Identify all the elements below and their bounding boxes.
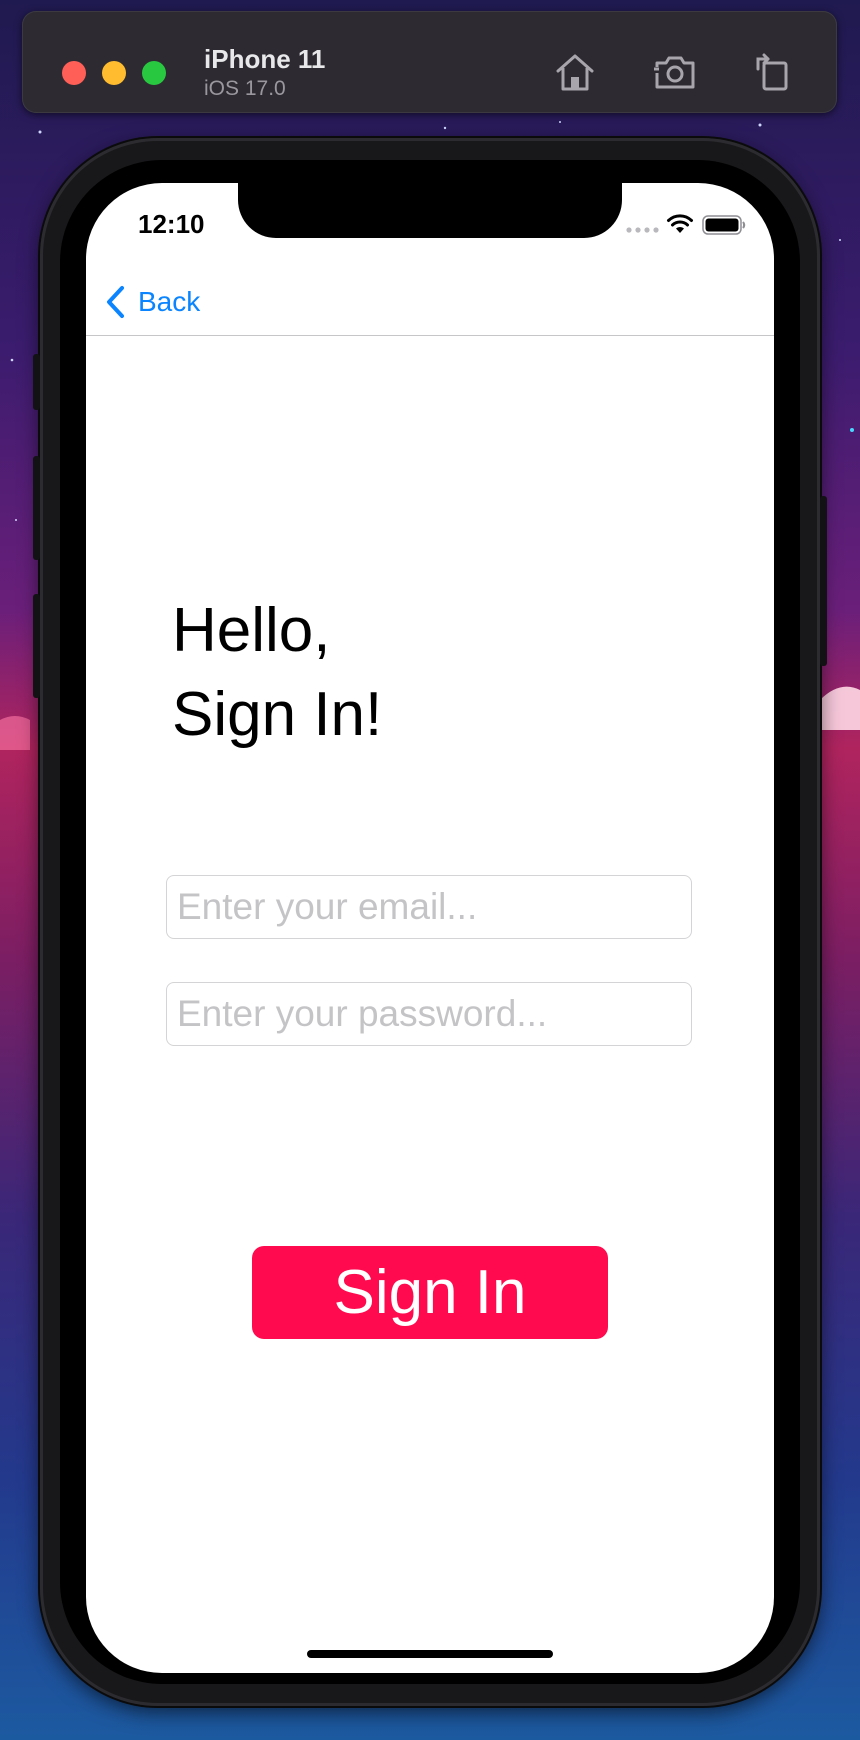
password-field[interactable] [166,982,692,1046]
simulator-toolbar: iPhone 11 iOS 17.0 [22,11,837,113]
minimize-window-button[interactable] [102,61,126,85]
back-label: Back [138,286,201,317]
mute-switch [33,354,40,410]
navigation-bar: Back [86,279,774,336]
close-window-button[interactable] [62,61,86,85]
home-icon[interactable] [552,49,598,95]
os-version: iOS 17.0 [204,77,286,100]
volume-up-button [33,456,40,560]
notch [238,183,622,238]
volume-down-button [33,594,40,698]
battery-icon [702,215,746,235]
greeting-line-1: Hello, [172,596,331,665]
rotate-icon[interactable] [750,49,796,95]
power-button [820,496,827,666]
screenshot-icon[interactable] [652,49,698,95]
email-field[interactable] [166,875,692,939]
greeting-title: Hello, Sign In! [172,589,382,757]
status-time: 12:10 [138,209,205,239]
cellular-signal-icon [626,227,659,233]
device-name: iPhone 11 [204,44,326,74]
status-icons [626,213,746,237]
sign-in-button[interactable]: Sign In [252,1246,608,1339]
wifi-icon [667,214,693,233]
chevron-left-icon [107,286,124,318]
home-indicator[interactable] [307,1650,553,1658]
back-button[interactable]: Back [104,285,200,319]
greeting-line-2: Sign In! [172,680,383,749]
phone-screen: 12:10 Back Hello, Sign In! Enter your em… [86,183,774,1673]
zoom-window-button[interactable] [142,61,166,85]
